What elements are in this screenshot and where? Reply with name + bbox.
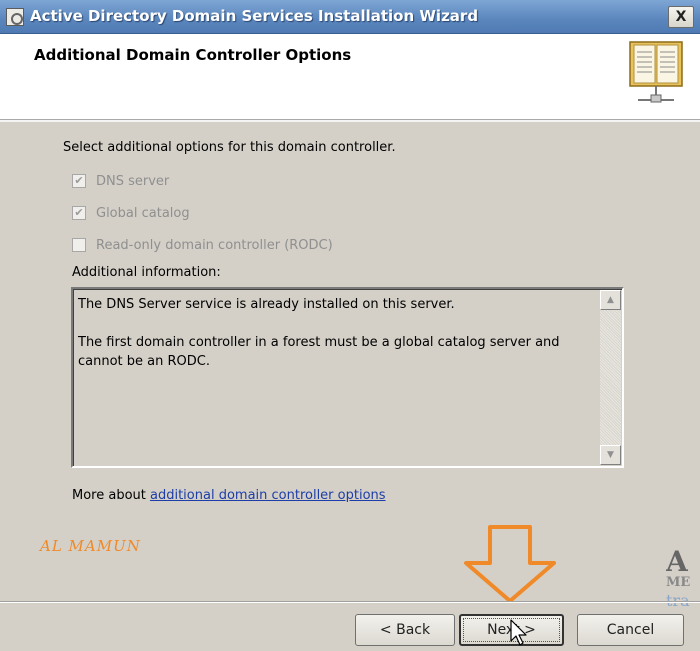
global-catalog-label: Global catalog <box>96 205 190 221</box>
info-scrollbar[interactable]: ▲ ▼ <box>600 290 621 465</box>
additional-info-text: The DNS Server service is already instal… <box>78 297 560 369</box>
close-button[interactable]: X <box>668 6 694 28</box>
scroll-up-button[interactable]: ▲ <box>600 290 621 310</box>
page-title: Additional Domain Controller Options <box>34 46 352 64</box>
wizard-header: Additional Domain Controller Options <box>0 34 700 122</box>
back-button[interactable]: < Back <box>355 614 455 646</box>
dns-server-label: DNS server <box>96 173 170 189</box>
rodc-label: Read-only domain controller (RODC) <box>96 237 333 253</box>
additional-info-textbox[interactable]: The DNS Server service is already instal… <box>71 287 624 468</box>
scroll-down-button[interactable]: ▼ <box>600 445 621 465</box>
more-options-link[interactable]: additional domain controller options <box>150 488 386 503</box>
additional-info-label: Additional information: <box>72 265 221 280</box>
rodc-checkbox[interactable] <box>72 238 86 252</box>
logo-fragment: A ME tra <box>666 545 700 615</box>
option-rodc[interactable]: Read-only domain controller (RODC) <box>72 236 333 254</box>
title-bar: Active Directory Domain Services Install… <box>0 0 700 34</box>
button-bar-separator <box>0 601 700 603</box>
option-global-catalog[interactable]: ✔ Global catalog <box>72 204 190 222</box>
cancel-button[interactable]: Cancel <box>577 614 684 646</box>
more-about-line: More about additional domain controller … <box>72 488 386 503</box>
mouse-pointer-icon <box>510 619 527 646</box>
dns-server-checkbox[interactable]: ✔ <box>72 174 86 188</box>
window-title: Active Directory Domain Services Install… <box>30 7 479 25</box>
logo-line-2: ME <box>666 575 691 590</box>
logo-line-1: A <box>666 545 688 578</box>
wizard-window-icon <box>6 8 24 26</box>
directory-book-icon <box>629 41 683 103</box>
watermark-text: AL MAMUN <box>40 537 141 555</box>
more-about-prefix: More about <box>72 488 150 503</box>
global-catalog-checkbox[interactable]: ✔ <box>72 206 86 220</box>
down-arrow-annotation <box>464 525 556 603</box>
option-dns-server[interactable]: ✔ DNS server <box>72 172 169 190</box>
intro-text: Select additional options for this domai… <box>63 140 396 155</box>
